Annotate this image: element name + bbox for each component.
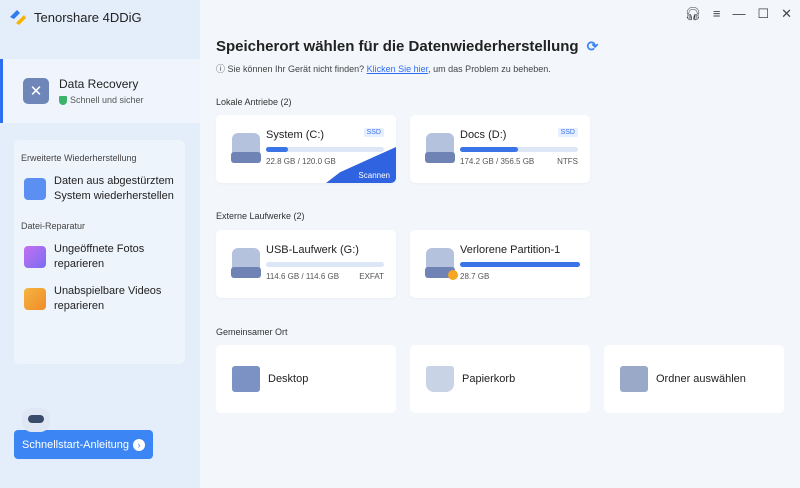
usage-bar <box>266 147 384 152</box>
ssd-badge: SSD <box>558 128 578 137</box>
item-label: reparieren <box>54 257 144 272</box>
quickstart-button[interactable]: Schnellstart-Anleitung › <box>14 430 153 459</box>
main-content: 🎧︎ ≡ — ☐ ✕ Speicherort wählen für die Da… <box>200 0 800 488</box>
local-drives-label: Lokale Antriebe (2) <box>216 97 292 107</box>
usage-fill <box>266 147 288 152</box>
folder-icon <box>620 366 648 392</box>
desktop-icon <box>232 366 260 392</box>
item-label: Daten aus abgestürztem <box>54 174 174 189</box>
section-label: Erweiterte Wiederherstellung <box>14 148 185 168</box>
filesystem: EXFAT <box>359 272 384 281</box>
drive-card-c[interactable]: System (C:) SSD 22.8 GB / 120.0 GB Scann… <box>216 115 396 183</box>
usage-bar <box>460 147 578 152</box>
logo-icon <box>8 8 28 26</box>
location-recycle-bin[interactable]: Papierkorb <box>410 345 590 413</box>
drive-size: 114.6 GB / 114.6 GB <box>266 272 339 281</box>
external-drives-label: Externe Laufwerke (2) <box>216 211 305 221</box>
drive-name: Verlorene Partition-1 <box>460 244 560 256</box>
location-select-folder[interactable]: Ordner auswählen <box>604 345 784 413</box>
usb-drive-icon <box>232 248 260 278</box>
scan-label: Scannen <box>358 171 390 180</box>
usage-bar <box>460 262 580 267</box>
advanced-panel: Erweiterte Wiederherstellung Daten aus a… <box>14 140 185 364</box>
help-text: ⓘ Sie können Ihr Gerät nicht finden? Kli… <box>216 62 551 75</box>
minimize-icon[interactable]: — <box>732 6 745 22</box>
location-label: Desktop <box>268 373 308 385</box>
app-title: Tenorshare 4DDiG <box>34 10 142 25</box>
sidebar-item-data-recovery[interactable]: ✕ Data Recovery Schnell und sicher <box>0 59 200 123</box>
nav-title: Data Recovery <box>59 77 144 91</box>
app-logo: Tenorshare 4DDiG <box>8 8 142 26</box>
item-label: Ungeöffnete Fotos <box>54 242 144 257</box>
page-title: Speicherort wählen für die Datenwiederhe… <box>216 38 579 55</box>
sidebar-item-video-repair[interactable]: Unabspielbare Videosreparieren <box>14 278 185 320</box>
help-suffix: , um das Problem zu beheben. <box>428 64 551 74</box>
computer-icon <box>24 178 46 200</box>
photo-icon <box>24 246 46 268</box>
quickstart-label: Schnellstart-Anleitung <box>22 439 129 451</box>
location-label: Ordner auswählen <box>656 373 746 385</box>
usage-fill <box>460 262 580 267</box>
item-label: System wiederherstellen <box>54 189 174 204</box>
lost-partition-icon <box>448 270 458 280</box>
drive-card-lost-partition[interactable]: Verlorene Partition-1 28.7 GB <box>410 230 590 298</box>
drive-name: USB-Laufwerk (G:) <box>266 244 359 256</box>
usage-fill <box>460 147 518 152</box>
shared-location-label: Gemeinsamer Ort <box>216 327 288 337</box>
item-label: Unabspielbare Videos <box>54 284 161 299</box>
drive-name: System (C:) <box>266 129 324 141</box>
sidebar-item-crashed-system[interactable]: Daten aus abgestürztemSystem wiederherst… <box>14 168 185 210</box>
item-label: reparieren <box>54 299 161 314</box>
drive-icon <box>426 133 454 163</box>
scan-button[interactable]: Scannen <box>326 147 396 183</box>
section-label: Datei-Reparatur <box>14 216 185 236</box>
drive-icon <box>232 133 260 163</box>
filesystem: NTFS <box>557 157 578 166</box>
refresh-icon[interactable]: ⟳ <box>587 38 599 55</box>
headset-icon[interactable]: 🎧︎ <box>684 6 701 22</box>
recycle-bin-icon <box>426 366 454 392</box>
drive-size: 28.7 GB <box>460 272 489 281</box>
close-icon[interactable]: ✕ <box>781 6 792 22</box>
maximize-icon[interactable]: ☐ <box>757 6 769 22</box>
help-link[interactable]: Klicken Sie hier <box>367 64 429 74</box>
help-prefix: Sie können Ihr Gerät nicht finden? <box>228 64 365 74</box>
location-label: Papierkorb <box>462 373 515 385</box>
drive-size: 174.2 GB / 356.5 GB <box>460 157 534 166</box>
drive-card-usb[interactable]: USB-Laufwerk (G:) 114.6 GB / 114.6 GB EX… <box>216 230 396 298</box>
arrow-right-icon: › <box>133 439 145 451</box>
sidebar: Tenorshare 4DDiG ✕ Data Recovery Schnell… <box>0 0 200 488</box>
usage-bar <box>266 262 384 267</box>
video-icon <box>24 288 46 310</box>
menu-icon[interactable]: ≡ <box>713 6 721 22</box>
robot-icon <box>22 408 50 432</box>
ssd-badge: SSD <box>364 128 384 137</box>
drive-name: Docs (D:) <box>460 129 506 141</box>
shield-icon <box>59 96 67 105</box>
drive-card-d[interactable]: Docs (D:) SSD 174.2 GB / 356.5 GB NTFS <box>410 115 590 183</box>
sidebar-item-photo-repair[interactable]: Ungeöffnete Fotosreparieren <box>14 236 185 278</box>
window-controls: 🎧︎ ≡ — ☐ ✕ <box>684 6 792 22</box>
drive-size: 22.8 GB / 120.0 GB <box>266 157 336 166</box>
nav-subtitle: Schnell und sicher <box>70 95 144 105</box>
tools-icon: ✕ <box>23 78 49 104</box>
location-desktop[interactable]: Desktop <box>216 345 396 413</box>
